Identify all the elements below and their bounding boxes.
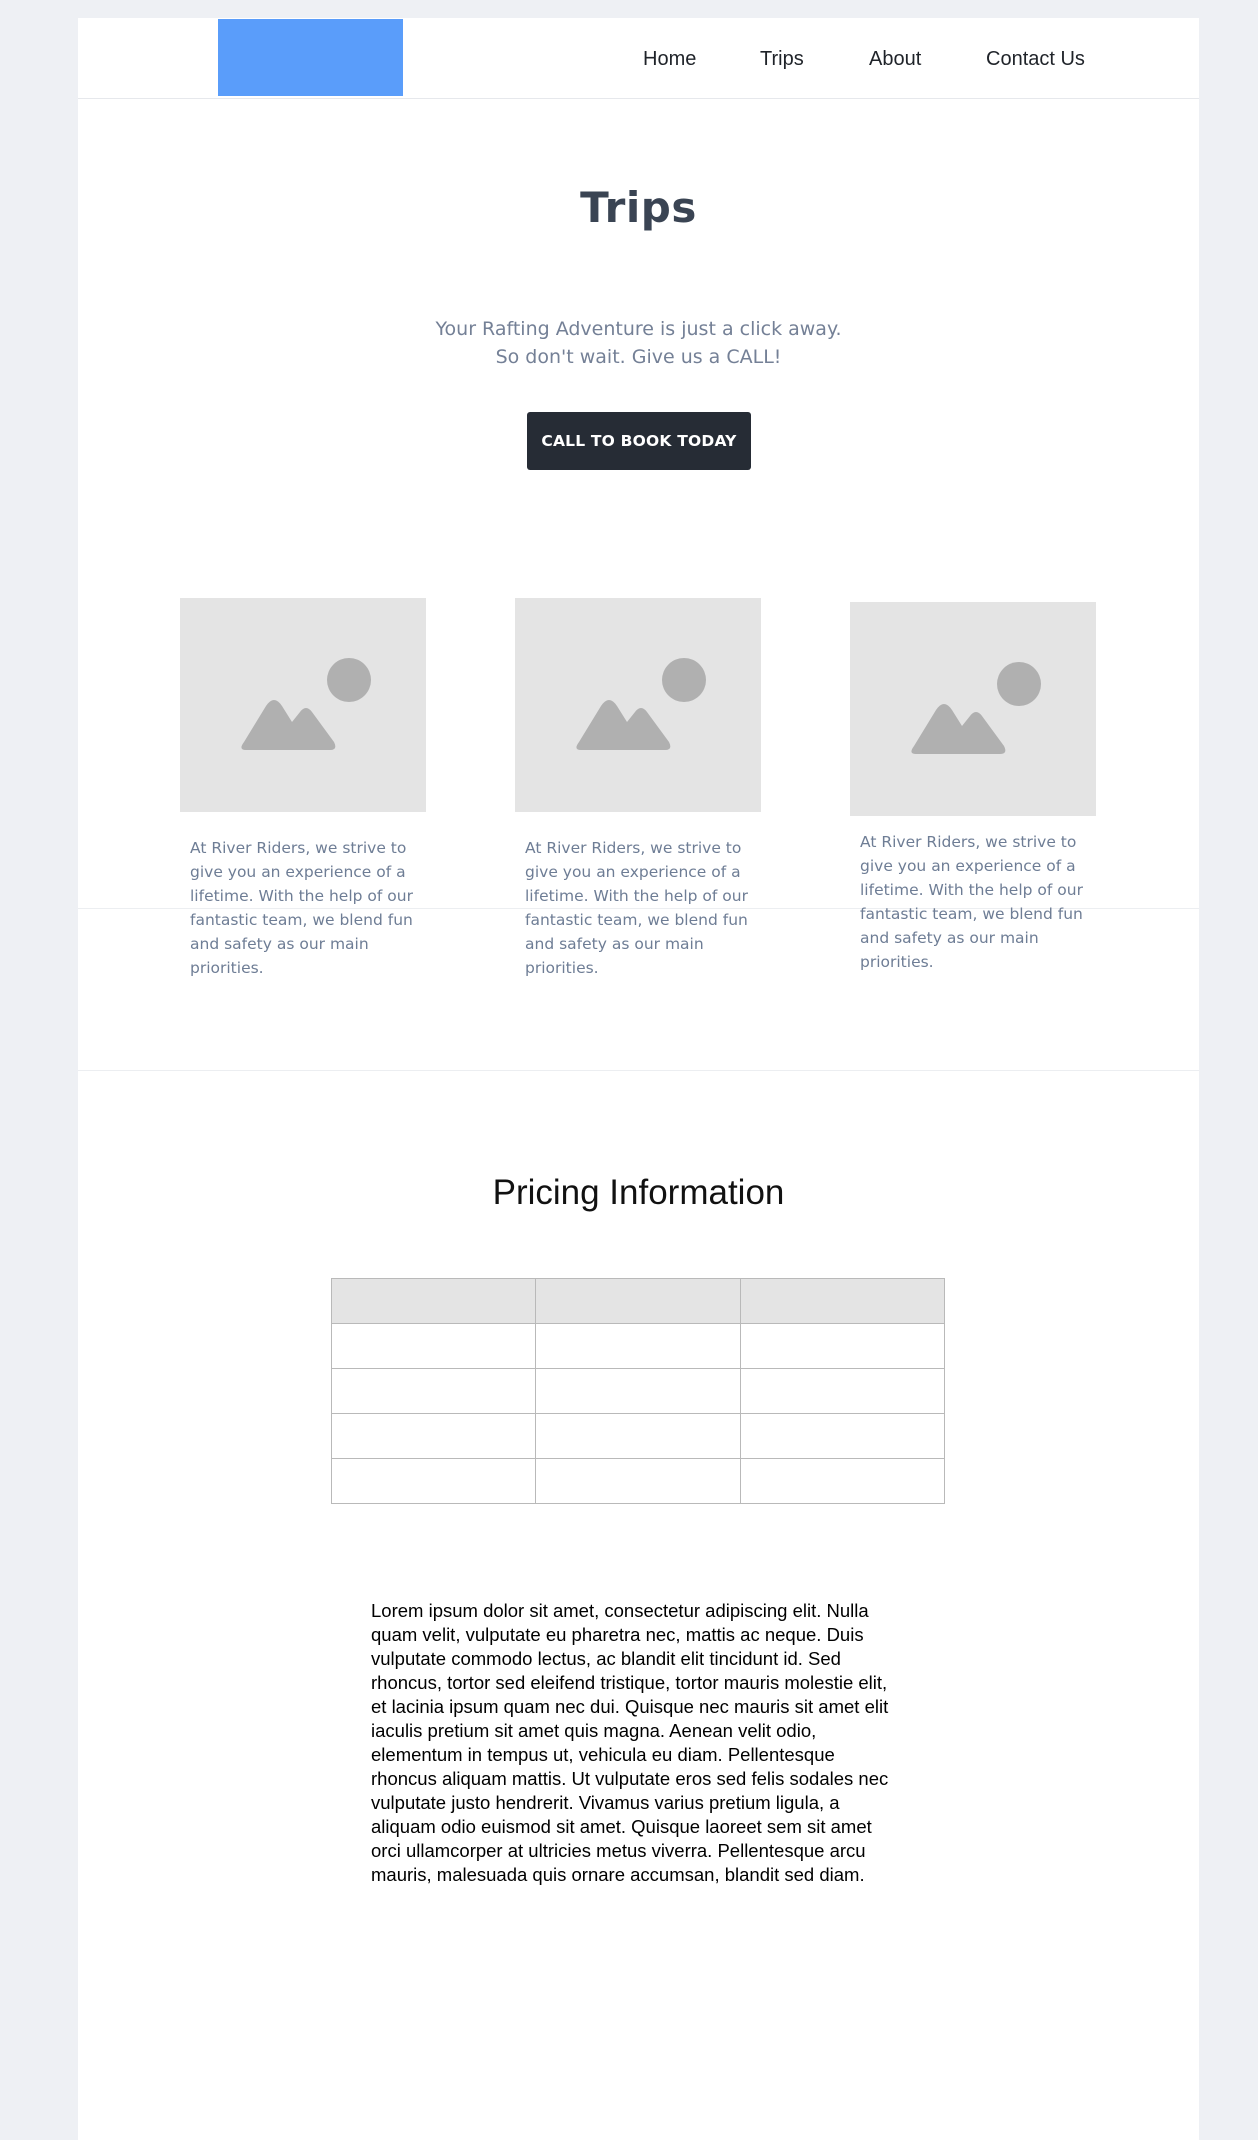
hero-subtitle: Your Rafting Adventure is just a click a… [78,315,1199,371]
pricing-title: Pricing Information [492,1173,785,1212]
table-row [330,1413,946,1459]
nav-home-link[interactable]: Home [643,44,696,74]
table-cell [330,1413,537,1459]
table-cell [535,1413,741,1459]
image-placeholder-icon [241,658,371,750]
pricing-description: Lorem ipsum dolor sit amet, consectetur … [371,1600,889,1885]
site-header: Home Trips About Contact Us [78,18,1199,99]
table-header-cell [739,1278,946,1324]
page-title: Trips [580,183,697,232]
image-placeholder-icon [576,658,706,750]
table-cell [535,1458,741,1504]
trip-card: At River Riders, we strive to give you a… [515,598,761,980]
table-row [330,1458,946,1504]
table-cell [535,1368,741,1414]
pricing-table [330,1278,946,1504]
table-cell [330,1458,537,1504]
trip-card: At River Riders, we strive to give you a… [850,602,1096,974]
trip-card-text: At River Riders, we strive to give you a… [860,833,1083,971]
table-row [330,1323,946,1369]
hero-subtitle-line-2: So don't wait. Give us a CALL! [495,346,782,368]
table-cell [739,1368,946,1414]
table-cell [739,1413,946,1459]
table-header-row [330,1278,946,1324]
nav-contact-link[interactable]: Contact Us [986,44,1085,74]
trip-card-text: At River Riders, we strive to give you a… [525,839,748,977]
table-header-cell [535,1278,741,1324]
table-cell [330,1323,537,1369]
table-header-cell [330,1278,537,1324]
trip-card-image [850,602,1096,816]
trip-card-text: At River Riders, we strive to give you a… [190,839,413,977]
nav-trips-link[interactable]: Trips [760,44,804,74]
trip-card-image [515,598,761,812]
call-to-book-button[interactable]: CALL TO BOOK TODAY [527,412,751,470]
image-placeholder-icon [911,662,1041,754]
table-cell [739,1458,946,1504]
table-cell [739,1323,946,1369]
main-nav: Home Trips About Contact Us [78,44,1199,74]
trip-card: At River Riders, we strive to give you a… [180,598,426,980]
section-divider [78,1070,1199,1071]
page: Home Trips About Contact Us Trips Your R… [78,18,1199,2140]
hero-subtitle-line-1: Your Rafting Adventure is just a click a… [435,318,842,340]
table-cell [535,1323,741,1369]
trip-card-image [180,598,426,812]
table-cell [330,1368,537,1414]
table-row [330,1368,946,1414]
nav-about-link[interactable]: About [869,44,921,74]
